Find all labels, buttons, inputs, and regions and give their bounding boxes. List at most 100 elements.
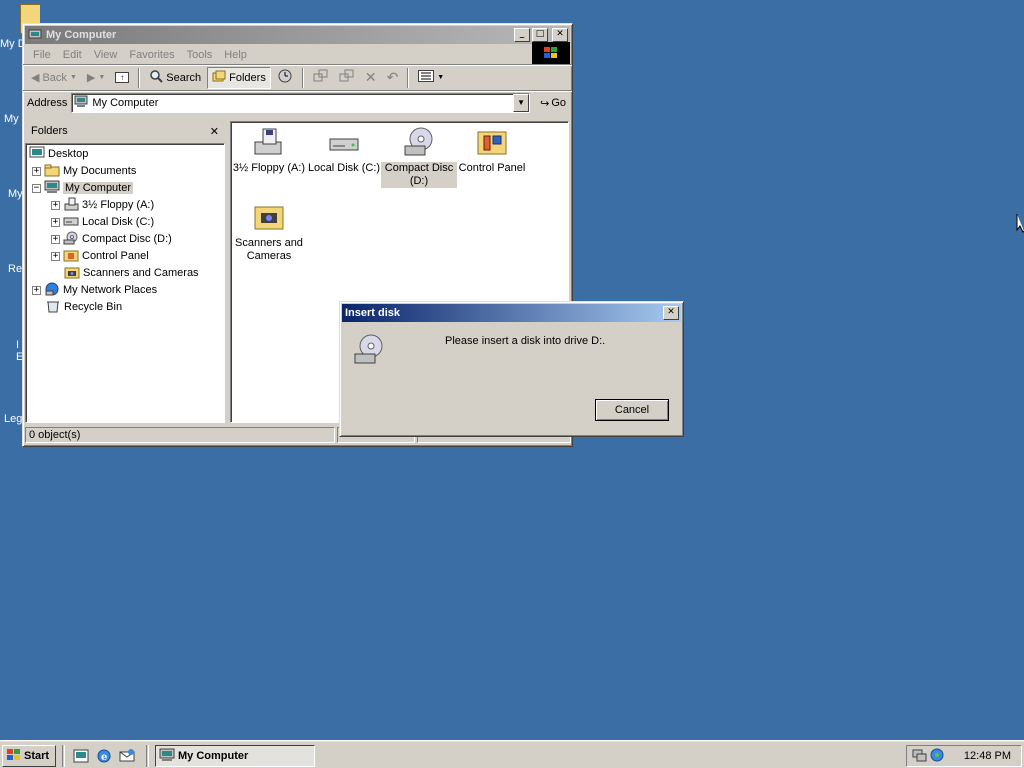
- svg-text:e: e: [101, 752, 107, 763]
- my-computer-icon: [74, 95, 88, 111]
- explorer-titlebar[interactable]: My Computer _ □ ✕: [25, 26, 570, 44]
- internet-explorer-icon[interactable]: e: [95, 747, 113, 765]
- cd-drive-icon: [63, 231, 79, 248]
- back-label: Back: [42, 71, 67, 84]
- toolbar-separator: [138, 67, 141, 88]
- item-floppy-drive[interactable]: 3½ Floppy (A:): [231, 126, 307, 175]
- tree-item-control-panel[interactable]: + Control Panel: [51, 248, 149, 264]
- tree-item-local-disk[interactable]: + Local Disk (C:): [51, 214, 154, 230]
- delete-button[interactable]: ✕: [361, 67, 381, 89]
- history-icon: [277, 68, 293, 87]
- collapse-toggle[interactable]: −: [32, 183, 41, 193]
- tree-item-my-documents[interactable]: + My Documents: [32, 163, 136, 179]
- item-control-panel[interactable]: Control Panel: [454, 126, 530, 175]
- outlook-express-icon[interactable]: [118, 747, 136, 765]
- item-scanners-cameras[interactable]: Scanners and Cameras: [231, 201, 307, 263]
- clock[interactable]: 12:48 PM: [964, 750, 1011, 762]
- menubar: File Edit View Favorites Tools Help: [23, 42, 572, 65]
- tree-label: Scanners and Cameras: [83, 267, 199, 279]
- address-bar: Address My Computer ▼ ↪ Go: [23, 91, 572, 115]
- standard-toolbar: ◀ Back ▼ ▶ ▼ ↑ Search Folders ✕ ↶ ▼: [23, 65, 572, 91]
- tree-item-scanners-cameras[interactable]: Scanners and Cameras: [64, 265, 199, 281]
- views-button[interactable]: ▼: [414, 67, 448, 89]
- window-title: My Computer: [46, 29, 117, 41]
- tree-label: Control Panel: [82, 250, 149, 262]
- tree-item-my-computer[interactable]: − My Computer: [32, 180, 134, 196]
- dialog-message: Please insert a disk into drive D:.: [445, 335, 606, 347]
- menu-view[interactable]: View: [88, 49, 124, 61]
- tree-item-floppy[interactable]: + 3½ Floppy (A:): [51, 197, 154, 213]
- menu-help[interactable]: Help: [218, 49, 253, 61]
- move-to-button[interactable]: [309, 67, 333, 89]
- close-folders-pane-button[interactable]: ✕: [210, 125, 219, 138]
- copy-to-icon: [339, 69, 355, 86]
- item-label: Scanners and Cameras: [235, 237, 303, 262]
- toolbar-separator: [407, 67, 410, 88]
- network-places-icon: [44, 282, 60, 299]
- scanner-camera-icon: [252, 201, 286, 233]
- item-local-disk[interactable]: Local Disk (C:): [306, 126, 382, 175]
- address-value: My Computer: [92, 97, 159, 109]
- undo-button[interactable]: ↶: [383, 67, 403, 89]
- expand-toggle[interactable]: +: [32, 166, 41, 176]
- folders-button[interactable]: Folders: [207, 66, 271, 89]
- go-label: Go: [551, 97, 566, 109]
- scanner-camera-icon: [64, 265, 80, 282]
- expand-toggle[interactable]: +: [51, 251, 60, 261]
- show-desktop-icon[interactable]: [72, 747, 90, 765]
- cd-drive-icon: [402, 126, 436, 158]
- network-tray-icon[interactable]: [911, 747, 927, 766]
- menu-favorites[interactable]: Favorites: [123, 49, 180, 61]
- taskbar-button-my-computer[interactable]: My Computer: [155, 745, 315, 767]
- task-label: My Computer: [178, 750, 249, 762]
- tree-label: My Documents: [63, 165, 137, 177]
- folders-pane-header: Folders ✕: [25, 121, 225, 141]
- tree-label: My Computer: [63, 182, 134, 194]
- address-dropdown-button[interactable]: ▼: [513, 94, 530, 112]
- forward-dropdown-icon: ▼: [98, 74, 106, 81]
- search-button[interactable]: Search: [145, 67, 205, 89]
- desktop-icon: [29, 146, 45, 163]
- volume-tray-icon[interactable]: [929, 747, 945, 766]
- insert-disk-dialog: Insert disk ✕ Please insert a disk into …: [339, 301, 684, 437]
- dialog-titlebar[interactable]: Insert disk ✕: [342, 304, 681, 322]
- windows-logo: [532, 42, 570, 64]
- tree-item-compact-disc[interactable]: + Compact Disc (D:): [51, 231, 172, 247]
- expand-toggle[interactable]: +: [51, 217, 60, 227]
- back-button[interactable]: ◀ Back ▼: [27, 67, 81, 89]
- tree-item-recycle-bin[interactable]: Recycle Bin: [45, 299, 122, 315]
- views-dropdown-icon: ▼: [437, 74, 445, 81]
- toolbar-separator: [301, 67, 304, 88]
- minimize-button[interactable]: _: [514, 28, 530, 42]
- folders-tree: Desktop + My Documents − My Computer + 3…: [25, 143, 225, 423]
- start-button[interactable]: Start: [2, 745, 56, 767]
- item-compact-disc[interactable]: Compact Disc (D:): [381, 126, 457, 188]
- menu-edit[interactable]: Edit: [57, 49, 88, 61]
- dialog-close-button[interactable]: ✕: [663, 306, 679, 320]
- cancel-button[interactable]: Cancel: [595, 399, 669, 421]
- item-label: Compact Disc (D:): [381, 162, 457, 188]
- status-objects: 0 object(s): [25, 427, 335, 443]
- expand-toggle[interactable]: +: [32, 285, 41, 295]
- back-dropdown-icon: ▼: [69, 74, 77, 81]
- go-button[interactable]: ↪ Go: [534, 93, 572, 113]
- tree-item-desktop[interactable]: Desktop: [29, 146, 88, 162]
- item-label: Local Disk (C:): [307, 162, 381, 174]
- address-label: Address: [27, 97, 68, 109]
- forward-arrow-icon: ▶: [86, 72, 96, 84]
- close-button[interactable]: ✕: [552, 28, 568, 42]
- taskbar-separator: [62, 745, 65, 767]
- history-button[interactable]: [273, 67, 297, 89]
- maximize-button[interactable]: □: [532, 28, 548, 42]
- copy-to-button[interactable]: [335, 67, 359, 89]
- up-folder-button[interactable]: ↑: [111, 67, 133, 89]
- tree-item-network-places[interactable]: + My Network Places: [32, 282, 157, 298]
- address-input[interactable]: My Computer ▼: [71, 93, 531, 113]
- expand-toggle[interactable]: +: [51, 200, 60, 210]
- menu-file[interactable]: File: [27, 49, 57, 61]
- control-panel-icon: [63, 248, 79, 265]
- forward-button[interactable]: ▶ ▼: [83, 67, 109, 89]
- expand-toggle[interactable]: +: [51, 234, 60, 244]
- search-icon: [149, 69, 163, 86]
- menu-tools[interactable]: Tools: [181, 49, 219, 61]
